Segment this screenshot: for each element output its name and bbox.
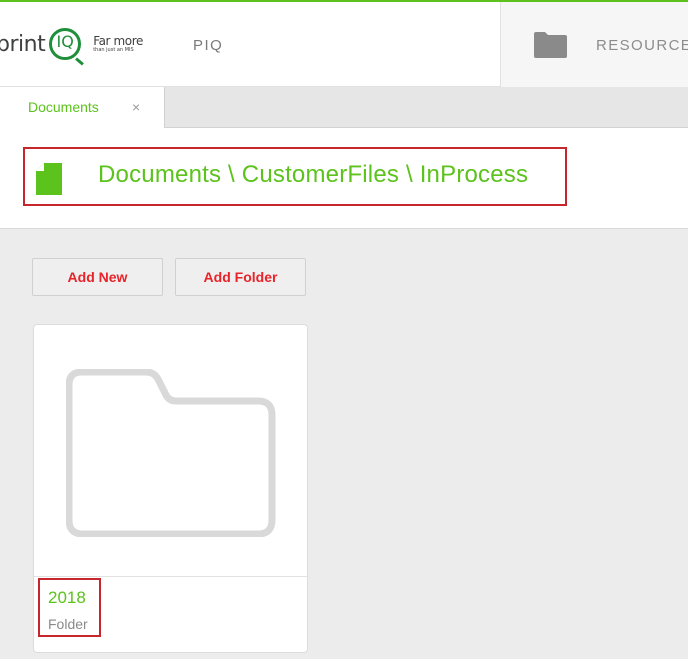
logo-tagline-main: Far more — [93, 34, 143, 48]
folder-card[interactable]: 2018 Folder — [33, 324, 308, 653]
folder-icon — [534, 32, 567, 58]
folder-type: Folder — [48, 616, 88, 632]
top-bar: print IQ Far more than just an MIS PIQ R… — [0, 0, 688, 87]
tab-close-icon[interactable]: × — [132, 99, 140, 115]
logo-tagline: Far more than just an MIS — [93, 35, 143, 53]
nav-item-resources-label: RESOURCES — [596, 37, 688, 54]
logo-wordmark: print — [0, 31, 46, 57]
document-icon — [36, 163, 62, 195]
nav-item-piq[interactable]: PIQ — [193, 37, 223, 54]
add-folder-button[interactable]: Add Folder — [175, 258, 306, 296]
breadcrumb-bar: Documents \ CustomerFiles \ InProcess — [0, 128, 688, 229]
tab-documents[interactable]: Documents × — [0, 87, 165, 128]
nav-item-resources[interactable]: RESOURCES — [500, 2, 688, 87]
logo-badge: IQ — [49, 28, 82, 60]
logo-badge-text: IQ — [56, 32, 74, 51]
folder-thumbnail — [34, 325, 307, 577]
breadcrumb: Documents \ CustomerFiles \ InProcess — [23, 147, 567, 206]
breadcrumb-path[interactable]: Documents \ CustomerFiles \ InProcess — [98, 161, 528, 189]
tab-documents-label: Documents — [28, 99, 99, 115]
folder-icon — [66, 369, 276, 537]
logo-tagline-sub: than just an MIS — [93, 47, 134, 53]
folder-meta: 2018 Folder — [38, 578, 101, 637]
add-new-button[interactable]: Add New — [32, 258, 163, 296]
printiq-logo[interactable]: print IQ Far more than just an MIS — [0, 24, 143, 64]
tab-strip: Documents × — [0, 87, 688, 128]
folder-name[interactable]: 2018 — [48, 588, 86, 608]
